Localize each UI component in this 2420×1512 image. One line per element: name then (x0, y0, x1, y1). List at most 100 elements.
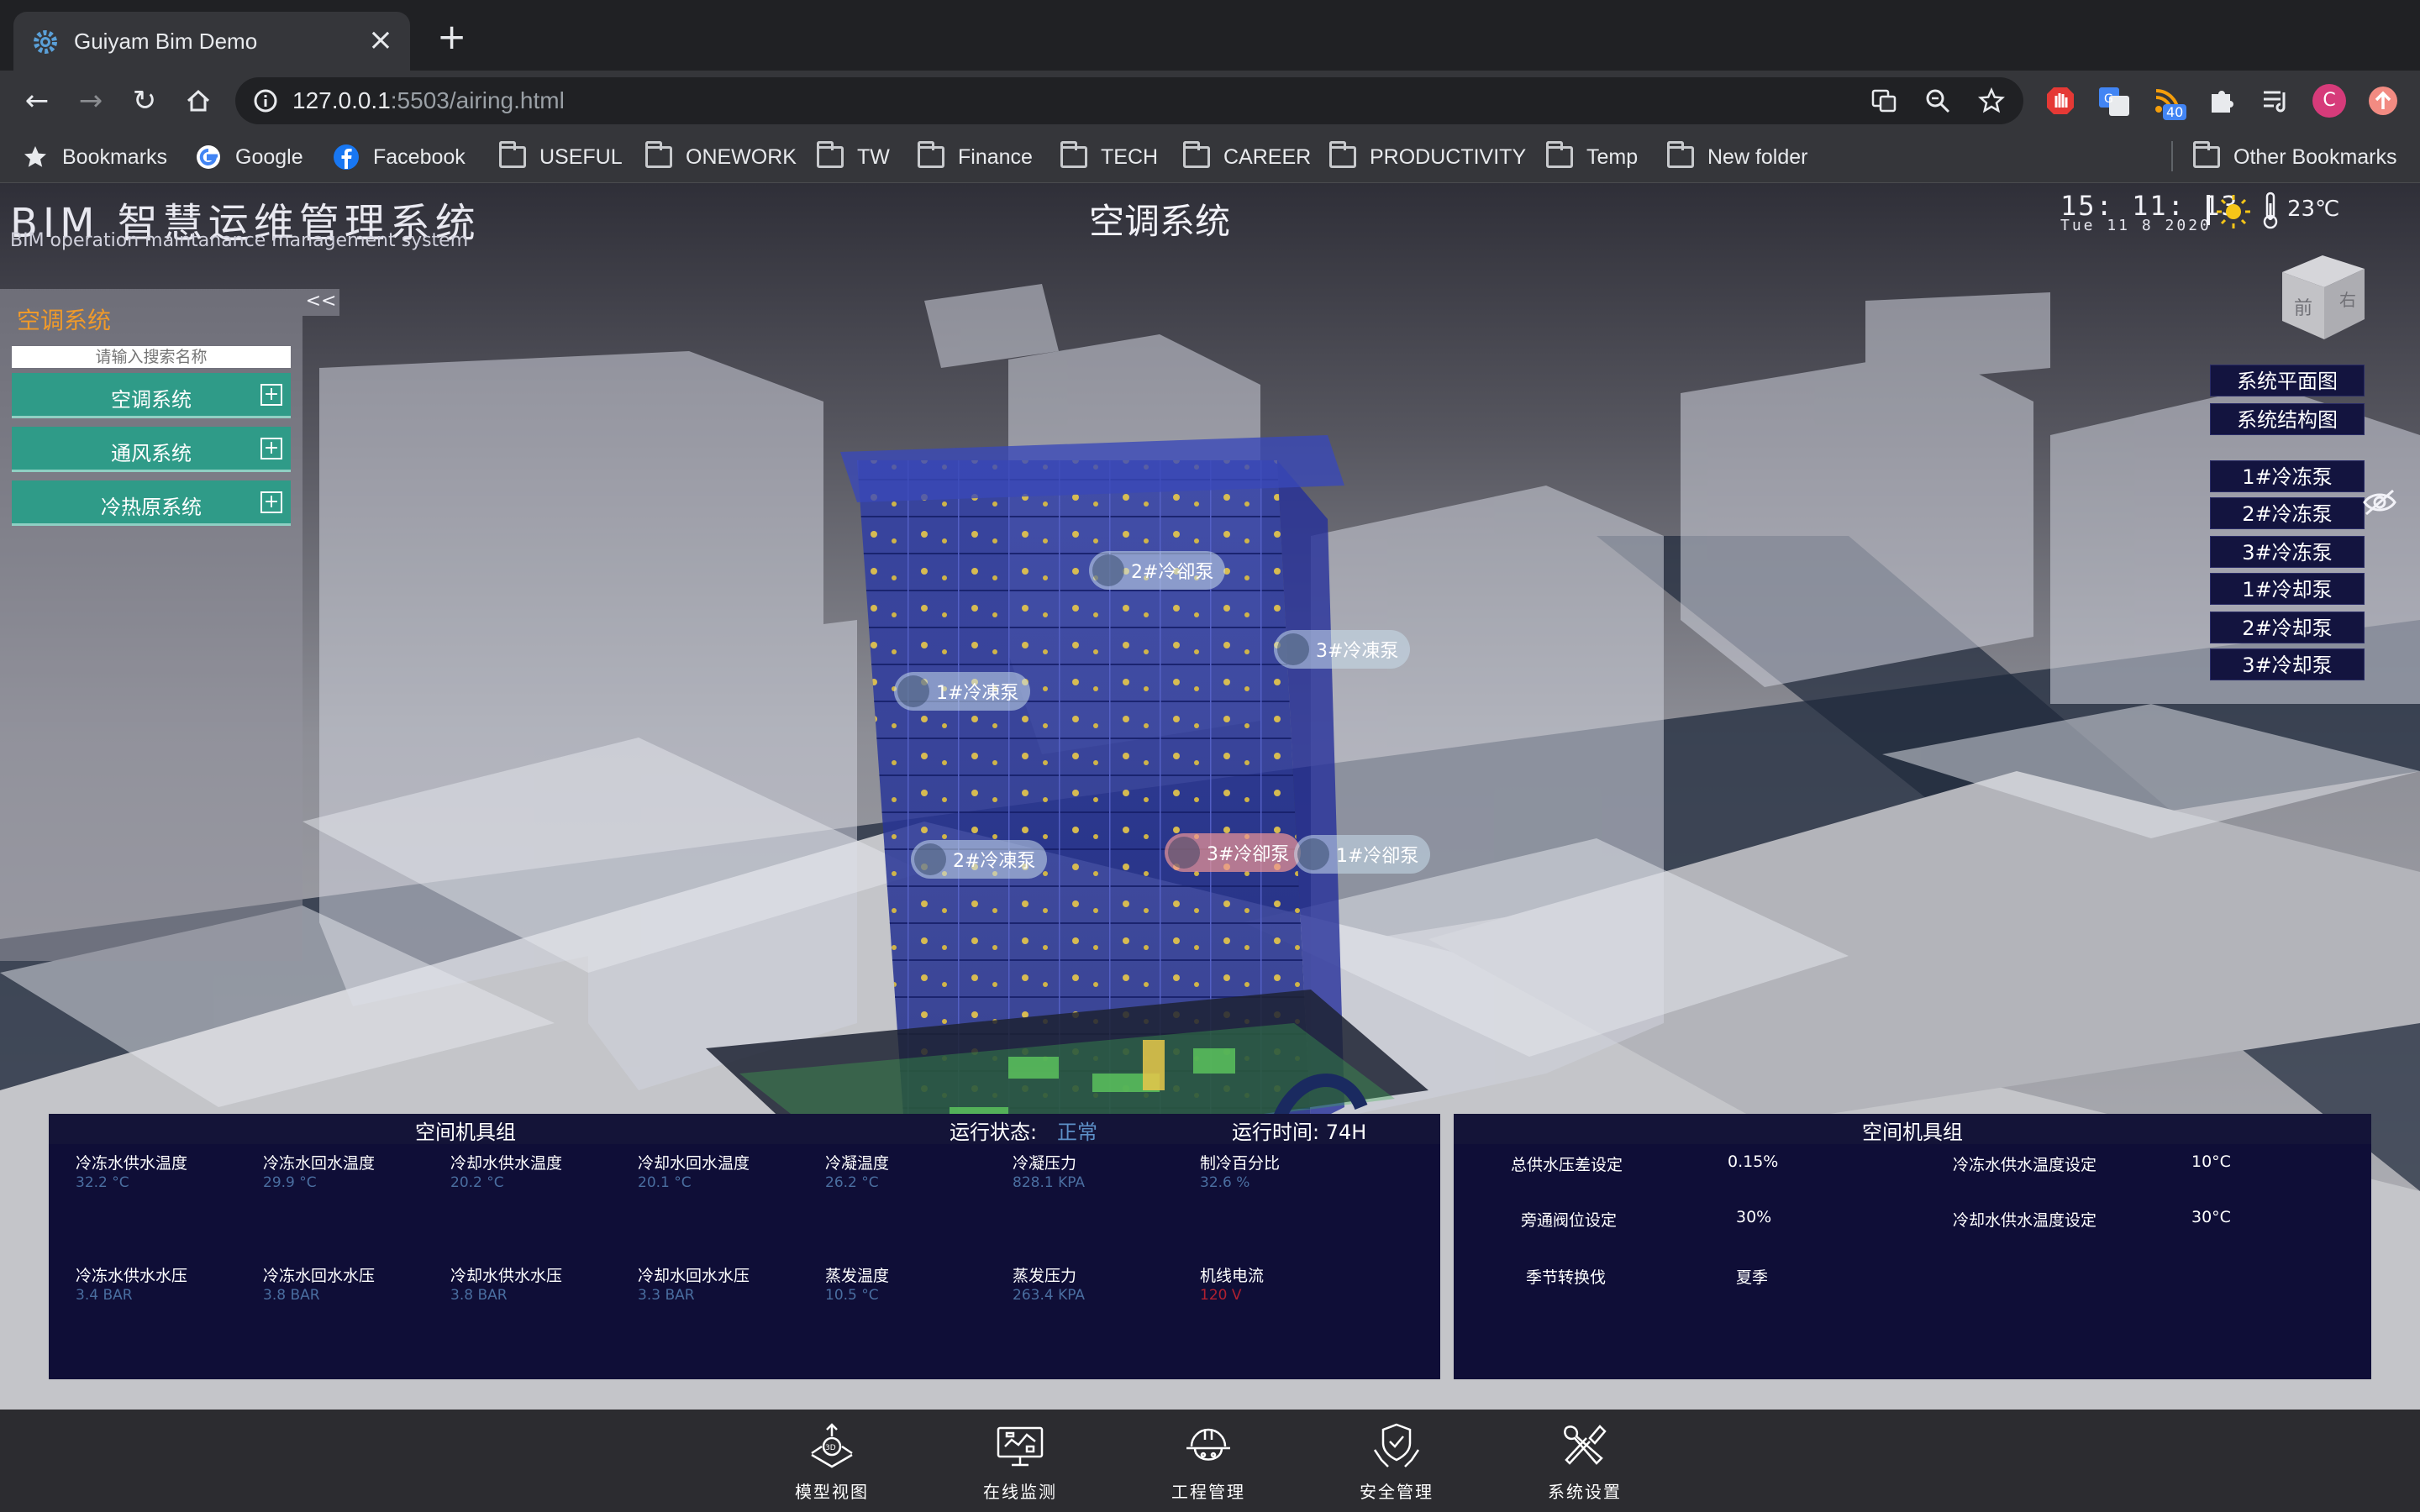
search-input[interactable] (12, 346, 291, 368)
nav-model-view[interactable]: 3D 模型视图 (781, 1421, 882, 1505)
bookmark-folder-finance[interactable]: Finance (918, 141, 1033, 171)
setting-value: 30% (1736, 1208, 1772, 1226)
panel-header: 空间机具组 (1454, 1114, 2371, 1144)
header-divider (2207, 195, 2210, 225)
extensions-puzzle-icon[interactable] (2205, 84, 2238, 118)
metric-value: 3.4 BAR (76, 1287, 133, 1304)
pump-button-chilled-2[interactable]: 2#冷冻泵 (2210, 497, 2365, 529)
system-structure-button[interactable]: 系统结构图 (2210, 403, 2365, 435)
folder-icon (1329, 141, 1356, 168)
expand-plus-icon[interactable]: + (260, 491, 282, 513)
3d-model-icon: 3D (811, 1423, 853, 1468)
bookmark-facebook[interactable]: Facebook (333, 143, 466, 171)
view-cube-right[interactable]: 右 (2339, 290, 2356, 310)
nav-project-management[interactable]: 工程管理 (1158, 1421, 1259, 1505)
new-tab-icon[interactable]: + (437, 19, 466, 55)
bookmark-folder-new-folder[interactable]: New folder (1667, 141, 1808, 171)
folder-icon (817, 141, 844, 168)
metric-label: 冷却水供水水压 (450, 1267, 563, 1285)
bookmark-label: Other Bookmarks (2233, 144, 2397, 169)
star-icon (24, 146, 46, 167)
zoom-icon[interactable] (1924, 87, 1951, 114)
bookmark-folder-career[interactable]: CAREER (1183, 141, 1311, 171)
google-logo-icon (197, 145, 220, 169)
equipment-marker-chilled-pump-2[interactable]: 2#冷凍泵 (911, 840, 1048, 879)
bookmark-folder-temp[interactable]: Temp (1546, 141, 1638, 171)
view-cube-navigator[interactable]: 前 右 (2270, 250, 2375, 343)
temperature-readout: 23℃ (2287, 197, 2340, 222)
svg-text:3D: 3D (825, 1444, 836, 1452)
translate-icon[interactable] (1870, 87, 1897, 114)
expand-plus-icon[interactable]: + (260, 384, 282, 406)
metric-value: 828.1 KPA (1013, 1174, 1086, 1191)
bookmark-folder-other[interactable]: Other Bookmarks (2193, 141, 2397, 171)
pump-icon (1277, 633, 1309, 665)
bookmark-folder-onework[interactable]: ONEWORK (645, 141, 797, 171)
equipment-marker-cooling-pump-3-alarm[interactable]: 3#冷卻泵 (1165, 833, 1302, 872)
bookmark-folder-tech[interactable]: TECH (1060, 141, 1158, 171)
bookmark-label: Facebook (373, 144, 466, 169)
system-item-cooling-heating-source[interactable]: 冷热原系统 + (12, 480, 291, 526)
bookmark-folder-productivity[interactable]: PRODUCTIVITY (1329, 141, 1526, 171)
metric-label: 冷冻水回水水压 (263, 1267, 376, 1285)
equipment-marker-chilled-pump-1[interactable]: 1#冷凍泵 (894, 672, 1031, 711)
pump-button-chilled-1[interactable]: 1#冷冻泵 (2210, 460, 2365, 492)
system-item-ventilation[interactable]: 通风系统 + (12, 427, 291, 472)
site-info-icon[interactable] (252, 87, 279, 114)
app-viewport: BIM 智慧运维管理系统 BIM operation maintanance m… (0, 183, 2420, 1512)
pump-button-cooling-2[interactable]: 2#冷却泵 (2210, 612, 2365, 643)
page-title: 空调系统 (1089, 201, 1231, 242)
pump-button-cooling-3[interactable]: 3#冷却泵 (2210, 648, 2365, 680)
metric-label: 冷凝温度 (825, 1154, 890, 1173)
equipment-marker-cooling-pump-1[interactable]: 1#冷卻泵 (1294, 835, 1431, 874)
setting-value: 0.15% (1728, 1152, 1779, 1171)
profile-avatar[interactable]: C (2312, 84, 2346, 118)
view-cube-front[interactable]: 前 (2294, 298, 2312, 319)
google-translate-extension-icon[interactable]: G (2097, 84, 2131, 118)
tab-title: Guiyam Bim Demo (74, 29, 258, 54)
adblock-extension-icon[interactable] (2044, 84, 2077, 118)
back-arrow-icon[interactable]: ← (20, 84, 54, 118)
forward-arrow-icon[interactable]: → (74, 84, 108, 118)
metric-value: 10.5 °C (825, 1287, 879, 1304)
metric-label: 冷凝压力 (1013, 1154, 1077, 1173)
system-plan-button[interactable]: 系统平面图 (2210, 365, 2365, 396)
reading-list-icon[interactable] (2259, 84, 2292, 118)
shield-hand-icon (1373, 1423, 1420, 1467)
bookmark-folder-tw[interactable]: TW (817, 141, 890, 171)
metric-label: 机线电流 (1200, 1267, 1265, 1285)
update-icon[interactable] (2366, 84, 2400, 118)
svg-text:G: G (2104, 92, 2113, 106)
marker-label: 2#冷卻泵 (1131, 562, 1214, 583)
nav-system-settings[interactable]: 系统设置 (1534, 1421, 1635, 1505)
folder-icon (1060, 141, 1087, 168)
bookmark-bookmarks[interactable]: Bookmarks (22, 143, 167, 171)
panel-header: 空间机具组 运行状态: 正常 运行时间: 74H (49, 1114, 1440, 1144)
pump-icon (1168, 837, 1200, 869)
reload-icon[interactable]: ↻ (128, 84, 161, 118)
bookmark-star-icon[interactable] (1978, 87, 2005, 114)
metric-value: 32.6 % (1200, 1174, 1250, 1191)
bookmark-folder-useful[interactable]: USEFUL (499, 141, 623, 171)
address-bar[interactable]: 127.0.0.1:5503/airing.html (235, 77, 2023, 124)
folder-icon (1546, 141, 1573, 168)
nav-safety-management[interactable]: 安全管理 (1346, 1421, 1447, 1505)
equipment-marker-chilled-pump-3[interactable]: 3#冷凍泵 (1274, 630, 1411, 669)
bookmark-google[interactable]: Google (195, 143, 303, 171)
expand-plus-icon[interactable]: + (260, 438, 282, 459)
bookmarks-bar: Bookmarks Google Facebook USEFUL ONEWORK… (0, 131, 2420, 183)
metric-label: 冷却水供水温度 (450, 1154, 563, 1173)
pump-button-cooling-1[interactable]: 1#冷却泵 (2210, 573, 2365, 605)
browser-tab-active[interactable]: Guiyam Bim Demo × (13, 12, 410, 71)
home-icon[interactable] (182, 84, 215, 118)
nav-online-monitoring[interactable]: 在线监测 (970, 1421, 1071, 1505)
sun-weather-icon (2217, 195, 2250, 228)
equipment-marker-cooling-pump-2[interactable]: 2#冷卻泵 (1089, 551, 1226, 590)
visibility-toggle-icon[interactable] (2361, 487, 2398, 517)
tab-close-icon[interactable]: × (368, 24, 393, 57)
system-item-air-conditioning[interactable]: 空调系统 + (12, 373, 291, 418)
marker-label: 2#冷凍泵 (953, 851, 1036, 872)
pump-button-chilled-3[interactable]: 3#冷冻泵 (2210, 536, 2365, 568)
collapse-panel-button[interactable]: << (302, 289, 339, 316)
setting-label: 旁通阀位设定 (1521, 1211, 1618, 1230)
